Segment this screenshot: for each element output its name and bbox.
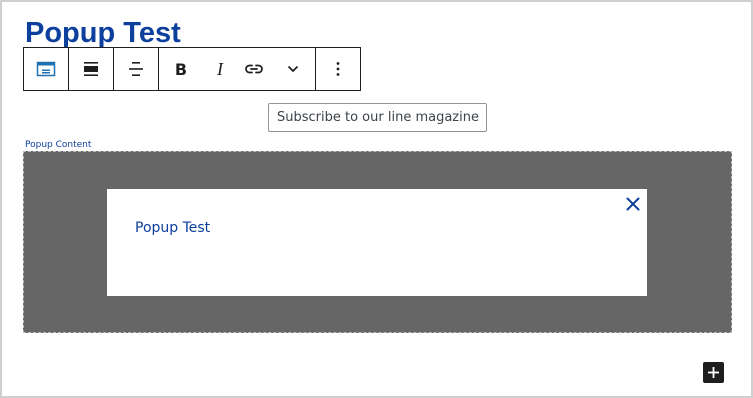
more-options-button[interactable] xyxy=(316,48,360,90)
plus-icon xyxy=(708,367,719,378)
toolbar-group-align-wide xyxy=(69,48,114,90)
toolbar-group-formatting: B I xyxy=(159,48,316,90)
subscribe-text-field[interactable]: Subscribe to our line magazine xyxy=(268,103,487,132)
bold-icon: B xyxy=(174,59,188,79)
block-label: Popup Content xyxy=(25,140,92,150)
block-type-button[interactable] xyxy=(24,48,68,90)
italic-icon: I xyxy=(217,58,223,79)
chevron-down-icon xyxy=(287,65,299,73)
toolbar-group-block-type xyxy=(24,48,69,90)
align-center-button[interactable] xyxy=(114,48,158,90)
more-options-icon xyxy=(336,62,340,76)
subscribe-text-value: Subscribe to our line magazine xyxy=(277,110,479,125)
align-center-icon xyxy=(129,62,143,76)
toolbar-group-options xyxy=(316,48,360,90)
align-wide-icon xyxy=(84,62,98,76)
popup-text[interactable]: Popup Test xyxy=(135,220,210,236)
italic-button[interactable]: I xyxy=(203,48,237,90)
popup-close-button[interactable] xyxy=(623,194,643,214)
page-title[interactable]: Popup Test xyxy=(25,15,181,51)
toolbar-group-align-center xyxy=(114,48,159,90)
add-block-button[interactable] xyxy=(703,362,724,383)
link-button[interactable] xyxy=(237,48,271,90)
block-type-icon xyxy=(36,61,56,77)
close-icon xyxy=(626,197,640,211)
popup-box[interactable]: Popup Test xyxy=(107,189,647,296)
link-icon xyxy=(245,64,263,74)
block-toolbar: B I xyxy=(23,47,361,91)
more-formatting-button[interactable] xyxy=(271,48,315,90)
bold-button[interactable]: B xyxy=(159,48,203,90)
align-wide-button[interactable] xyxy=(69,48,113,90)
